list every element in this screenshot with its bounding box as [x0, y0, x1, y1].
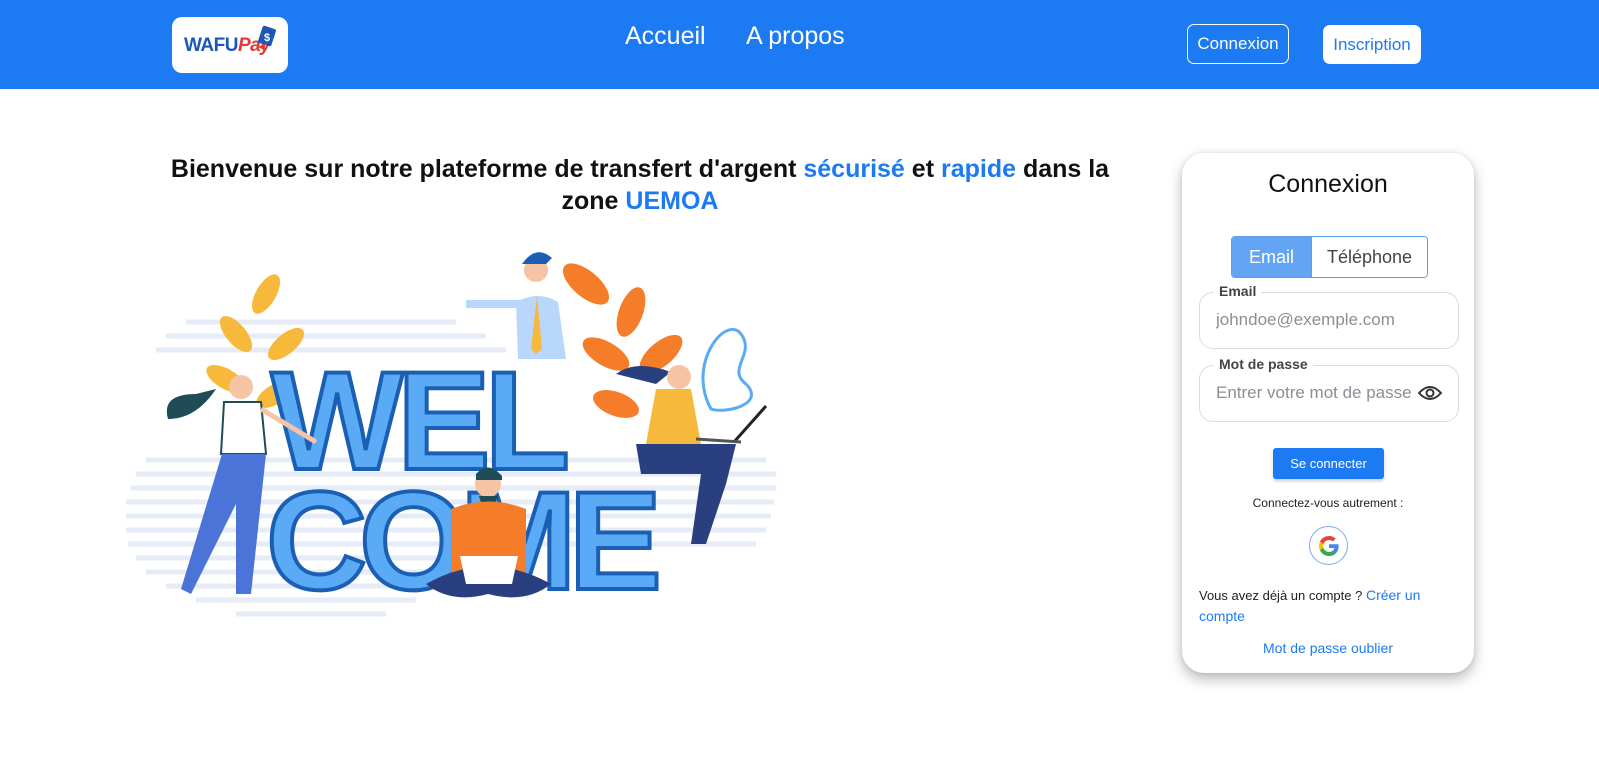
password-input[interactable]	[1216, 383, 1421, 403]
nav-a-propos[interactable]: A propos	[746, 22, 845, 51]
blue-outline-leaf	[701, 328, 753, 412]
top-navbar: WAFUPay $ Accueil A propos Connexion Ins…	[0, 0, 1599, 89]
google-icon	[1318, 535, 1339, 556]
alt-login-text: Connectez-vous autrement :	[1252, 496, 1404, 510]
forgot-password-link[interactable]: Mot de passe oublier	[1182, 640, 1474, 656]
welcome-illustration: WEL COME	[126, 252, 776, 621]
tab-email[interactable]: Email	[1232, 237, 1311, 277]
email-label: Email	[1214, 283, 1262, 299]
email-input[interactable]	[1216, 310, 1421, 330]
tab-telephone[interactable]: Téléphone	[1311, 237, 1427, 277]
email-field: Email	[1199, 283, 1459, 349]
google-login-button[interactable]	[1309, 526, 1348, 565]
svg-text:$: $	[264, 32, 270, 44]
header-login-button[interactable]: Connexion	[1187, 24, 1289, 64]
dollar-tag-icon: $	[258, 25, 276, 50]
eye-icon[interactable]	[1418, 384, 1442, 402]
account-question: Vous avez déjà un compte ? Créer un comp…	[1199, 587, 1421, 624]
page-headline: Bienvenue sur notre plateforme de transf…	[170, 155, 1110, 215]
login-card-title: Connexion	[1268, 170, 1388, 198]
login-card: Connexion Email Téléphone Email Mot de p…	[1182, 153, 1474, 673]
nav-accueil[interactable]: Accueil	[625, 22, 706, 51]
logo[interactable]: WAFUPay $	[172, 17, 288, 73]
login-method-toggle: Email Téléphone	[1231, 236, 1428, 278]
password-field: Mot de passe	[1199, 356, 1459, 422]
password-label: Mot de passe	[1214, 356, 1313, 372]
login-submit-button[interactable]: Se connecter	[1273, 448, 1384, 479]
header-signup-button[interactable]: Inscription	[1323, 25, 1421, 64]
